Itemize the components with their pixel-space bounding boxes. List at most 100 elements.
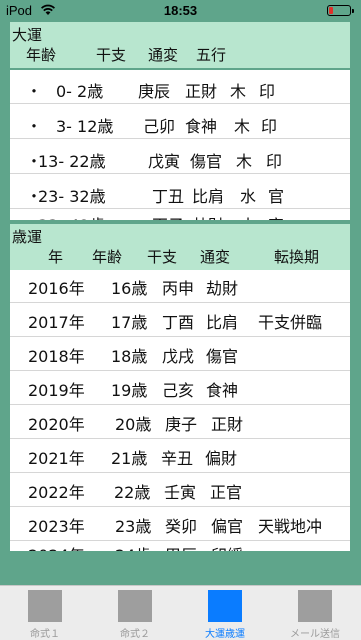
tab-label: 命式２ <box>120 629 150 640</box>
row-year: 2021年 <box>28 449 85 468</box>
row-bullet: ・ <box>26 117 43 136</box>
row-year: 2019年 <box>28 381 85 400</box>
row-year: 2016年 <box>28 279 85 298</box>
saiun-row[interactable]: 2024年 24歳 甲辰 印綬 <box>10 542 350 551</box>
row-extra: 官 <box>268 212 284 220</box>
taiun-header: 大運 年齢 干支 通変 五行 <box>10 22 350 68</box>
row-kanshi: 己卯 <box>143 117 176 136</box>
square-icon <box>208 590 242 622</box>
row-year: 2023年 <box>28 517 85 536</box>
row-tsuhen: 偏財 <box>205 449 238 468</box>
row-tsuhen: 比肩 <box>206 313 239 332</box>
row-kanshi: 丁丑 <box>152 187 185 206</box>
row-kanshi: 丙申 <box>162 279 195 298</box>
row-kanshi: 庚子 <box>165 415 198 434</box>
row-kanshi: 丙子 <box>152 212 184 220</box>
saiun-title: 歳運 <box>12 228 43 246</box>
row-tsuhen: 食神 <box>185 117 218 136</box>
row-tsuhen: 正財 <box>211 415 244 434</box>
row-age: 23歳 <box>115 517 152 536</box>
taiun-row[interactable]: ・ 13- 22歳 戊寅 傷官 木 印 <box>10 140 350 174</box>
row-gogyo: 水 <box>240 212 256 220</box>
row-tsuhen: 劫財 <box>192 212 224 220</box>
taiun-col-age: 年齢 <box>26 46 57 64</box>
row-age: 21歳 <box>111 449 148 468</box>
saiun-row[interactable]: 2017年 17歳 丁酉 比肩 干支併臨 <box>10 304 350 337</box>
taiun-list[interactable]: ・ 0- 2歳 庚辰 正財 木 印 ・ 3- 12歳 己卯 食神 木 印 ・ 1… <box>10 70 350 220</box>
row-kanshi: 戊寅 <box>148 152 181 171</box>
row-tsuhen: 傷官 <box>190 152 223 171</box>
row-extra: 印 <box>261 117 278 136</box>
taiun-col-gogyo: 五行 <box>196 46 227 64</box>
row-kanshi: 己亥 <box>162 381 195 400</box>
saiun-header: 歳運 年 年齢 干支 通変 転換期 <box>10 224 350 270</box>
tab-bar: 命式１ 命式２ 大運歳運 メール送信 <box>0 585 361 640</box>
row-age: 18歳 <box>111 347 148 366</box>
saiun-row[interactable]: 2020年 20歳 庚子 正財 <box>10 406 350 439</box>
row-year: 2024年 <box>28 542 85 551</box>
row-tsuhen: 正官 <box>210 483 243 502</box>
row-kanshi: 辛丑 <box>161 449 194 468</box>
row-tsuhen: 正財 <box>185 82 218 101</box>
row-age: 17歳 <box>111 313 148 332</box>
saiun-col-age: 年齢 <box>92 248 123 266</box>
saiun-row[interactable]: 2019年 19歳 己亥 食神 <box>10 372 350 405</box>
row-age: 13- 22歳 <box>38 152 106 171</box>
row-kanshi: 庚辰 <box>138 82 171 101</box>
row-gogyo: 木 <box>234 117 251 136</box>
square-icon <box>118 590 152 622</box>
row-extra: 印 <box>266 152 283 171</box>
saiun-row[interactable]: 2016年 16歳 丙申 劫財 <box>10 270 350 303</box>
row-tsuhen: 傷官 <box>206 347 239 366</box>
row-year: 2017年 <box>28 313 85 332</box>
row-extra: 官 <box>268 187 285 206</box>
saiun-col-tsuhen: 通変 <box>200 248 231 266</box>
row-kanshi: 甲辰 <box>165 542 197 551</box>
taiun-row[interactable]: ・ 23- 32歳 丁丑 比肩 水 官 <box>10 175 350 209</box>
row-gogyo: 木 <box>230 82 247 101</box>
row-age: 19歳 <box>111 381 148 400</box>
row-kanshi: 戊戌 <box>162 347 195 366</box>
row-year: 2022年 <box>28 483 85 502</box>
row-tsuhen: 食神 <box>206 381 239 400</box>
saiun-col-kanshi: 干支 <box>147 248 178 266</box>
row-bullet: ・ <box>26 82 43 101</box>
row-kanshi: 丁酉 <box>162 313 195 332</box>
tab-label: メール送信 <box>290 629 340 640</box>
row-tsuhen: 印綬 <box>211 542 243 551</box>
tab-meishiki-1[interactable]: 命式１ <box>0 586 90 640</box>
row-age: 20歳 <box>115 415 152 434</box>
row-extra: 印 <box>259 82 276 101</box>
tab-taiun-saiun[interactable]: 大運歳運 <box>180 586 270 640</box>
square-icon <box>298 590 332 622</box>
taiun-row[interactable]: ・ 3- 12歳 己卯 食神 木 印 <box>10 105 350 139</box>
tab-send-mail[interactable]: メール送信 <box>270 586 360 640</box>
row-gogyo: 水 <box>240 187 257 206</box>
taiun-title: 大運 <box>12 26 43 44</box>
row-age: 33- 42歳 <box>38 212 106 220</box>
row-kanshi: 癸卯 <box>165 517 198 536</box>
row-tenkan: 干支併臨 <box>258 313 323 332</box>
row-age: 24歳 <box>115 542 151 551</box>
battery-icon <box>327 5 354 16</box>
taiun-row[interactable]: ・ 0- 2歳 庚辰 正財 木 印 <box>10 70 350 104</box>
saiun-col-year: 年 <box>48 248 64 266</box>
row-kanshi: 壬寅 <box>164 483 197 502</box>
row-age: 22歳 <box>114 483 151 502</box>
row-tsuhen: 偏官 <box>211 517 244 536</box>
row-age: 16歳 <box>111 279 148 298</box>
row-age: 23- 32歳 <box>38 187 106 206</box>
tab-label: 大運歳運 <box>205 629 245 640</box>
tab-meishiki-2[interactable]: 命式２ <box>90 586 180 640</box>
saiun-row[interactable]: 2021年 21歳 辛丑 偏財 <box>10 440 350 473</box>
saiun-row[interactable]: 2018年 18歳 戊戌 傷官 <box>10 338 350 371</box>
row-tenkan: 天戦地冲 <box>258 517 323 536</box>
saiun-row[interactable]: 2023年 23歳 癸卯 偏官 天戦地冲 <box>10 508 350 541</box>
row-year: 2018年 <box>28 347 85 366</box>
row-tsuhen: 劫財 <box>206 279 239 298</box>
status-time: 18:53 <box>163 3 198 18</box>
saiun-list[interactable]: 2016年 16歳 丙申 劫財 2017年 17歳 丁酉 比肩 干支併臨 201… <box>10 270 350 551</box>
saiun-row[interactable]: 2022年 22歳 壬寅 正官 <box>10 474 350 507</box>
taiun-row[interactable]: ・ 33- 42歳 丙子 劫財 水 官 <box>10 210 350 220</box>
saiun-col-tenkan: 転換期 <box>274 248 320 266</box>
